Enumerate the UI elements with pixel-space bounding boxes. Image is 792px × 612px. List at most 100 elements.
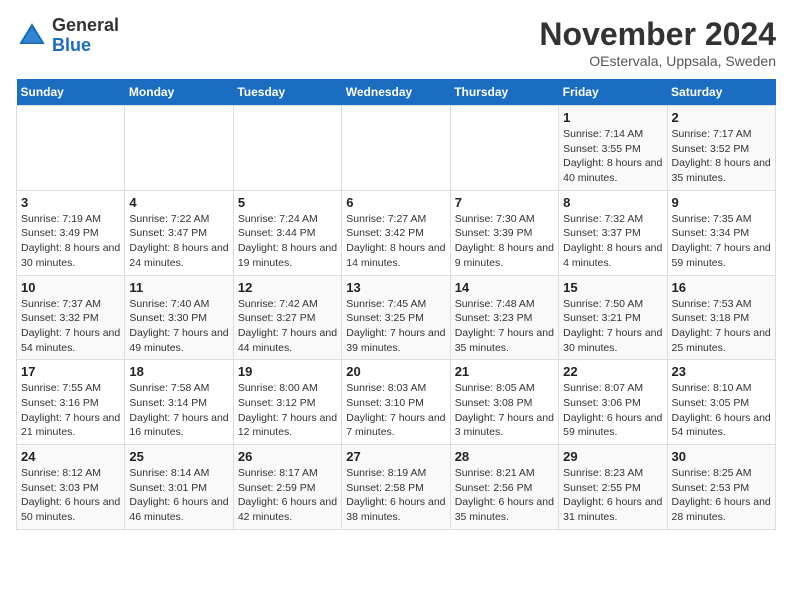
day-info: Sunrise: 7:24 AMSunset: 3:44 PMDaylight:…	[238, 212, 337, 271]
calendar-cell	[342, 106, 450, 191]
day-number: 13	[346, 280, 445, 295]
day-info: Sunrise: 7:53 AMSunset: 3:18 PMDaylight:…	[672, 297, 771, 356]
logo-icon	[16, 20, 48, 52]
day-info: Sunrise: 8:17 AMSunset: 2:59 PMDaylight:…	[238, 466, 337, 525]
day-number: 3	[21, 195, 120, 210]
calendar-cell: 23 Sunrise: 8:10 AMSunset: 3:05 PMDayligh…	[667, 360, 775, 445]
day-number: 26	[238, 449, 337, 464]
calendar-cell: 6 Sunrise: 7:27 AMSunset: 3:42 PMDaylight…	[342, 190, 450, 275]
day-number: 6	[346, 195, 445, 210]
calendar-cell: 8 Sunrise: 7:32 AMSunset: 3:37 PMDaylight…	[559, 190, 667, 275]
day-info: Sunrise: 7:27 AMSunset: 3:42 PMDaylight:…	[346, 212, 445, 271]
calendar-cell: 27Sunrise: 8:19 AMSunset: 2:58 PMDayligh…	[342, 445, 450, 530]
day-number: 25	[129, 449, 228, 464]
day-info: Sunrise: 8:00 AMSunset: 3:12 PMDaylight:…	[238, 381, 337, 440]
day-number: 20	[346, 364, 445, 379]
calendar-cell: 11Sunrise: 7:40 AMSunset: 3:30 PMDayligh…	[125, 275, 233, 360]
day-info: Sunrise: 8:05 AMSunset: 3:08 PMDaylight:…	[455, 381, 554, 440]
calendar-cell	[17, 106, 125, 191]
calendar-cell	[450, 106, 558, 191]
calendar-cell: 19 Sunrise: 8:00 AMSunset: 3:12 PMDayligh…	[233, 360, 341, 445]
calendar-cell: 26 Sunrise: 8:17 AMSunset: 2:59 PMDayligh…	[233, 445, 341, 530]
calendar-cell: 30Sunrise: 8:25 AMSunset: 2:53 PMDayligh…	[667, 445, 775, 530]
day-info: Sunrise: 7:58 AMSunset: 3:14 PMDaylight:…	[129, 381, 228, 440]
day-number: 15	[563, 280, 662, 295]
calendar-week-5: 24 Sunrise: 8:12 AMSunset: 3:03 PMDayligh…	[17, 445, 776, 530]
calendar-cell: 15 Sunrise: 7:50 AMSunset: 3:21 PMDayligh…	[559, 275, 667, 360]
calendar-cell: 9 Sunrise: 7:35 AMSunset: 3:34 PMDaylight…	[667, 190, 775, 275]
calendar-cell: 2 Sunrise: 7:17 AMSunset: 3:52 PMDaylight…	[667, 106, 775, 191]
day-info: Sunrise: 7:42 AMSunset: 3:27 PMDaylight:…	[238, 297, 337, 356]
day-info: Sunrise: 7:22 AMSunset: 3:47 PMDaylight:…	[129, 212, 228, 271]
calendar-week-1: 1Sunrise: 7:14 AMSunset: 3:55 PMDaylight…	[17, 106, 776, 191]
calendar-cell: 28 Sunrise: 8:21 AMSunset: 2:56 PMDayligh…	[450, 445, 558, 530]
day-number: 7	[455, 195, 554, 210]
calendar-cell: 25Sunrise: 8:14 AMSunset: 3:01 PMDayligh…	[125, 445, 233, 530]
calendar-cell: 14 Sunrise: 7:48 AMSunset: 3:23 PMDayligh…	[450, 275, 558, 360]
calendar-cell	[125, 106, 233, 191]
day-info: Sunrise: 8:12 AMSunset: 3:03 PMDaylight:…	[21, 466, 120, 525]
day-number: 12	[238, 280, 337, 295]
calendar-cell: 16Sunrise: 7:53 AMSunset: 3:18 PMDayligh…	[667, 275, 775, 360]
col-header-sunday: Sunday	[17, 79, 125, 106]
day-info: Sunrise: 7:35 AMSunset: 3:34 PMDaylight:…	[672, 212, 771, 271]
day-info: Sunrise: 7:55 AMSunset: 3:16 PMDaylight:…	[21, 381, 120, 440]
calendar-cell: 7Sunrise: 7:30 AMSunset: 3:39 PMDaylight…	[450, 190, 558, 275]
col-header-wednesday: Wednesday	[342, 79, 450, 106]
day-info: Sunrise: 7:17 AMSunset: 3:52 PMDaylight:…	[672, 127, 771, 186]
day-info: Sunrise: 7:48 AMSunset: 3:23 PMDaylight:…	[455, 297, 554, 356]
day-number: 5	[238, 195, 337, 210]
day-number: 28	[455, 449, 554, 464]
day-info: Sunrise: 7:37 AMSunset: 3:32 PMDaylight:…	[21, 297, 120, 356]
logo-text: General Blue	[52, 16, 119, 56]
calendar-table: SundayMondayTuesdayWednesdayThursdayFrid…	[16, 79, 776, 530]
col-header-friday: Friday	[559, 79, 667, 106]
calendar-cell: 29Sunrise: 8:23 AMSunset: 2:55 PMDayligh…	[559, 445, 667, 530]
calendar-week-4: 17 Sunrise: 7:55 AMSunset: 3:16 PMDayligh…	[17, 360, 776, 445]
calendar-cell: 4Sunrise: 7:22 AMSunset: 3:47 PMDaylight…	[125, 190, 233, 275]
day-number: 2	[672, 110, 771, 125]
col-header-saturday: Saturday	[667, 79, 775, 106]
day-info: Sunrise: 7:40 AMSunset: 3:30 PMDaylight:…	[129, 297, 228, 356]
logo-blue: Blue	[52, 35, 91, 55]
calendar-cell: 18 Sunrise: 7:58 AMSunset: 3:14 PMDayligh…	[125, 360, 233, 445]
day-info: Sunrise: 7:19 AMSunset: 3:49 PMDaylight:…	[21, 212, 120, 271]
calendar-cell: 5 Sunrise: 7:24 AMSunset: 3:44 PMDaylight…	[233, 190, 341, 275]
day-info: Sunrise: 7:50 AMSunset: 3:21 PMDaylight:…	[563, 297, 662, 356]
calendar-cell: 21 Sunrise: 8:05 AMSunset: 3:08 PMDayligh…	[450, 360, 558, 445]
calendar-cell: 24 Sunrise: 8:12 AMSunset: 3:03 PMDayligh…	[17, 445, 125, 530]
calendar-cell	[233, 106, 341, 191]
day-number: 23	[672, 364, 771, 379]
day-number: 9	[672, 195, 771, 210]
calendar-cell: 12 Sunrise: 7:42 AMSunset: 3:27 PMDayligh…	[233, 275, 341, 360]
calendar-cell: 1Sunrise: 7:14 AMSunset: 3:55 PMDaylight…	[559, 106, 667, 191]
calendar-cell: 17 Sunrise: 7:55 AMSunset: 3:16 PMDayligh…	[17, 360, 125, 445]
day-number: 21	[455, 364, 554, 379]
day-number: 24	[21, 449, 120, 464]
col-header-monday: Monday	[125, 79, 233, 106]
calendar-header-row: SundayMondayTuesdayWednesdayThursdayFrid…	[17, 79, 776, 106]
page-header: General Blue November 2024 OEstervala, U…	[16, 16, 776, 69]
day-info: Sunrise: 7:45 AMSunset: 3:25 PMDaylight:…	[346, 297, 445, 356]
day-number: 17	[21, 364, 120, 379]
title-block: November 2024 OEstervala, Uppsala, Swede…	[539, 16, 776, 69]
calendar-cell: 10 Sunrise: 7:37 AMSunset: 3:32 PMDayligh…	[17, 275, 125, 360]
day-info: Sunrise: 7:32 AMSunset: 3:37 PMDaylight:…	[563, 212, 662, 271]
day-info: Sunrise: 8:23 AMSunset: 2:55 PMDaylight:…	[563, 466, 662, 525]
day-info: Sunrise: 8:19 AMSunset: 2:58 PMDaylight:…	[346, 466, 445, 525]
calendar-cell: 13 Sunrise: 7:45 AMSunset: 3:25 PMDayligh…	[342, 275, 450, 360]
calendar-cell: 22 Sunrise: 8:07 AMSunset: 3:06 PMDayligh…	[559, 360, 667, 445]
day-info: Sunrise: 8:21 AMSunset: 2:56 PMDaylight:…	[455, 466, 554, 525]
day-number: 8	[563, 195, 662, 210]
page-subtitle: OEstervala, Uppsala, Sweden	[539, 53, 776, 69]
day-number: 30	[672, 449, 771, 464]
day-info: Sunrise: 8:07 AMSunset: 3:06 PMDaylight:…	[563, 381, 662, 440]
day-number: 18	[129, 364, 228, 379]
calendar-week-3: 10 Sunrise: 7:37 AMSunset: 3:32 PMDayligh…	[17, 275, 776, 360]
day-info: Sunrise: 8:10 AMSunset: 3:05 PMDaylight:…	[672, 381, 771, 440]
day-number: 14	[455, 280, 554, 295]
day-number: 10	[21, 280, 120, 295]
day-number: 19	[238, 364, 337, 379]
day-info: Sunrise: 8:03 AMSunset: 3:10 PMDaylight:…	[346, 381, 445, 440]
day-number: 22	[563, 364, 662, 379]
